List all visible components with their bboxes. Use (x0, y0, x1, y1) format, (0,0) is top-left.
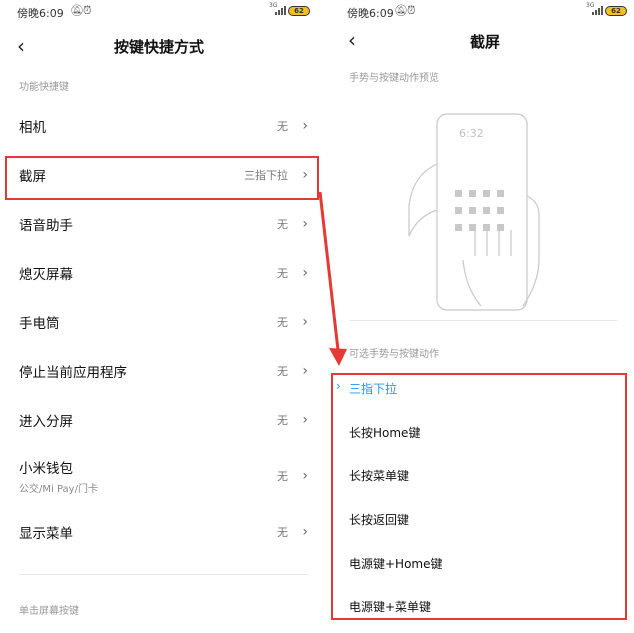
bell-off-icon: 🔕︎ (394, 4, 408, 17)
chevron-right-icon: › (302, 264, 308, 281)
screenshot-gesture-screen: 傍晚6:09 🔕︎ ⏰︎ 3G 62 ‹ 截屏 手势与按键动作预览 6:32 可… (330, 0, 634, 633)
row-value: 无 (277, 217, 288, 231)
chevron-right-icon: › (302, 411, 308, 428)
row-value: 无 (277, 119, 288, 133)
page-title: 按键快捷方式 (114, 38, 205, 56)
back-icon[interactable]: ‹ (17, 34, 25, 58)
section-label-function-shortcuts: 功能快捷键 (19, 82, 69, 93)
shortcut-row-screen-off[interactable]: 熄灭屏幕 无 › (0, 248, 325, 297)
preview-clock: 6:32 (459, 127, 484, 140)
row-value: 无 (277, 470, 288, 483)
divider (349, 320, 617, 321)
chevron-right-icon: › (302, 362, 308, 379)
shortcut-row-stop-app[interactable]: 停止当前应用程序 无 › (0, 346, 325, 395)
signal-icon (592, 5, 603, 15)
shortcut-row-camera[interactable]: 相机 无 › (0, 101, 325, 150)
row-value: 无 (277, 364, 288, 378)
shortcut-settings-screen: 傍晚6:09 🔕︎ ⏰︎ 3G 62 ‹ 按键快捷方式 功能快捷键 相机 无 ›… (0, 0, 325, 633)
row-value: 无 (277, 315, 288, 329)
section-label-options: 可选手势与按键动作 (349, 349, 439, 360)
chevron-right-icon: › (302, 215, 308, 232)
shortcut-row-split-screen[interactable]: 进入分屏 无 › (0, 395, 325, 444)
row-value: 无 (277, 525, 288, 539)
alarm-icon: ⏰︎ (407, 4, 416, 17)
battery-icon: 62 (288, 6, 310, 16)
battery-icon: 62 (605, 6, 627, 16)
highlight-box-screenshot-row (5, 156, 319, 200)
signal-icon (275, 5, 286, 15)
row-label: 手电筒 (19, 315, 60, 332)
hand-gesture-illustration: 6:32 (405, 110, 540, 315)
section-label-single-tap: 单击屏幕按键 (19, 606, 79, 617)
status-bar: 傍晚6:09 🔕︎ ⏰︎ 3G 62 (0, 0, 325, 24)
status-time: 傍晚6:09 (17, 7, 64, 20)
status-time: 傍晚6:09 (347, 7, 394, 20)
shortcut-row-show-menu[interactable]: 显示菜单 无 › (0, 507, 325, 556)
chevron-right-icon: › (302, 117, 308, 134)
row-label: 熄灭屏幕 (19, 266, 73, 283)
chevron-right-icon: › (302, 523, 308, 540)
shortcut-row-mi-wallet[interactable]: 小米钱包 公交/Mi Pay/门卡 无 › (0, 451, 325, 501)
row-label: 语音助手 (19, 217, 73, 234)
shortcut-row-voice-assistant[interactable]: 语音助手 无 › (0, 199, 325, 248)
row-label: 停止当前应用程序 (19, 364, 127, 381)
divider (19, 574, 308, 575)
chevron-right-icon: › (302, 313, 308, 330)
bell-off-icon: 🔕︎ (70, 4, 84, 17)
row-label: 显示菜单 (19, 525, 73, 542)
shortcut-row-flashlight[interactable]: 手电筒 无 › (0, 297, 325, 346)
back-icon[interactable]: ‹ (348, 28, 356, 52)
page-title: 截屏 (470, 33, 501, 51)
highlight-box-options (331, 373, 627, 620)
row-value: 无 (277, 266, 288, 280)
section-label-preview: 手势与按键动作预览 (349, 73, 439, 84)
status-bar: 傍晚6:09 🔕︎ ⏰︎ 3G 62 (330, 0, 634, 24)
gesture-illustration-svg: 6:32 (408, 113, 540, 311)
row-label: 进入分屏 (19, 413, 73, 430)
row-value: 无 (277, 413, 288, 427)
alarm-icon: ⏰︎ (83, 4, 92, 17)
row-sublabel: 公交/Mi Pay/门卡 (19, 484, 98, 495)
row-label: 相机 (19, 119, 46, 136)
row-label: 小米钱包 (19, 461, 73, 477)
chevron-right-icon: › (302, 468, 308, 484)
